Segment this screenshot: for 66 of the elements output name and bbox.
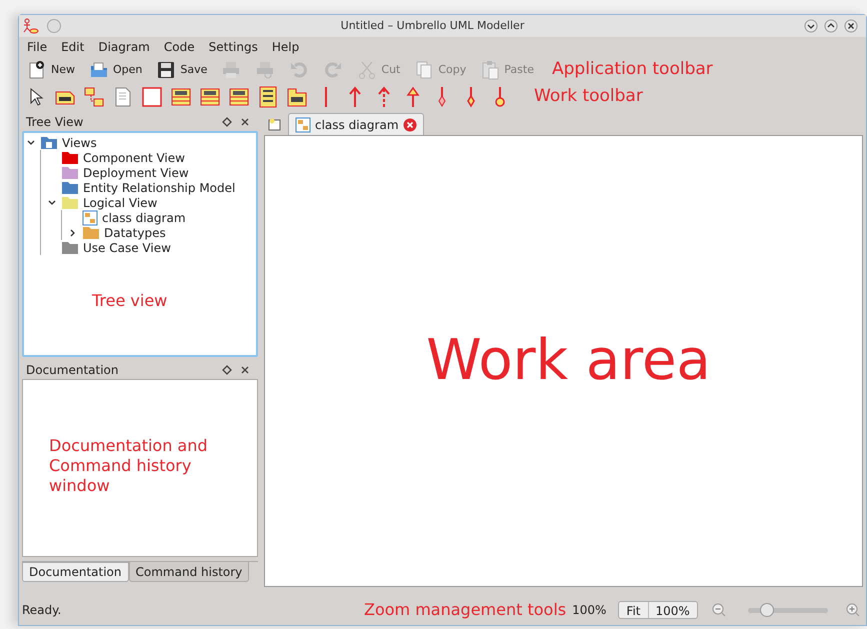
annotation-label: Work area: [425, 327, 711, 395]
tree-item-label[interactable]: Entity Relationship Model: [83, 178, 236, 196]
menu-item[interactable]: Diagram: [98, 38, 150, 56]
stick-figure-icon: [23, 18, 39, 34]
annotation-label: Application toolbar: [552, 58, 713, 82]
scissors-icon: [357, 60, 378, 80]
zoom-in-icon[interactable]: [846, 603, 860, 617]
close-icon[interactable]: [844, 19, 858, 33]
new-document-icon: [27, 60, 47, 80]
zoom-button[interactable]: 100%: [648, 602, 697, 618]
window-title: Untitled – Umbrello UML Modeller: [340, 18, 526, 34]
printer-icon: [255, 60, 276, 80]
panel-title: Tree View: [26, 114, 84, 131]
clipboard-icon: [480, 60, 500, 80]
annotation-label: Zoom management tools: [364, 599, 566, 621]
package-icon[interactable]: [286, 86, 308, 108]
panel-title: Documentation: [26, 362, 119, 379]
close-icon[interactable]: [240, 117, 250, 127]
undo-icon: [289, 60, 310, 80]
tree-item-label[interactable]: Deployment View: [83, 164, 189, 182]
class-icon[interactable]: [199, 86, 221, 108]
tree-item-label[interactable]: class diagram: [102, 208, 186, 226]
status-message: Ready.: [22, 602, 62, 619]
panel-tab[interactable]: Command history: [128, 562, 250, 582]
float-icon[interactable]: [222, 117, 232, 127]
list-icon[interactable]: [257, 86, 279, 108]
toolbar-button[interactable]: Open: [85, 58, 146, 82]
slider-thumb[interactable]: [760, 603, 774, 617]
zoom-out-icon[interactable]: [712, 603, 726, 617]
folder-icon: [40, 136, 58, 150]
copy-icon: [414, 60, 434, 80]
linked-notes-icon[interactable]: [83, 86, 105, 108]
redo-icon: [323, 60, 344, 80]
menu-item[interactable]: Settings: [208, 38, 258, 56]
diagram-tab[interactable]: class diagram: [288, 113, 424, 135]
menu-item[interactable]: Help: [272, 38, 300, 56]
class-icon[interactable]: [228, 86, 250, 108]
tree-item-label[interactable]: Logical View: [83, 194, 158, 212]
close-icon[interactable]: [402, 118, 417, 132]
close-icon[interactable]: [240, 365, 250, 375]
box-icon[interactable]: [141, 86, 163, 108]
folder-icon: [89, 60, 109, 80]
annotation-label: Documentation and Command history window: [49, 436, 209, 496]
maximize-icon[interactable]: [824, 19, 838, 33]
new-tab-icon: [268, 118, 282, 132]
menu-item[interactable]: Edit: [61, 38, 84, 56]
minimize-icon[interactable]: [804, 19, 818, 33]
tree-item-label[interactable]: Datatypes: [104, 224, 166, 242]
menu-item[interactable]: Code: [164, 38, 195, 56]
zoom-reading: 100%: [572, 602, 606, 619]
diagram-icon: [82, 210, 98, 226]
toolbar-button[interactable]: New: [23, 58, 79, 82]
zoom-slider[interactable]: [748, 603, 828, 617]
annotation-label: Work toolbar: [534, 85, 643, 108]
annotation-label: Tree view: [92, 290, 168, 312]
diagram-icon: [295, 116, 311, 132]
tree-item-label[interactable]: Component View: [83, 148, 185, 166]
printer-icon: [221, 60, 242, 80]
panel-tab[interactable]: Documentation: [22, 562, 129, 582]
class-icon[interactable]: [170, 86, 192, 108]
zoom-button[interactable]: Fit: [619, 602, 648, 618]
tree-item-label[interactable]: Use Case View: [83, 238, 171, 256]
float-icon[interactable]: [222, 365, 232, 375]
tree-item-label[interactable]: Views: [62, 134, 97, 152]
menu-item[interactable]: File: [27, 38, 48, 56]
toolbar-button[interactable]: Save: [152, 58, 212, 82]
